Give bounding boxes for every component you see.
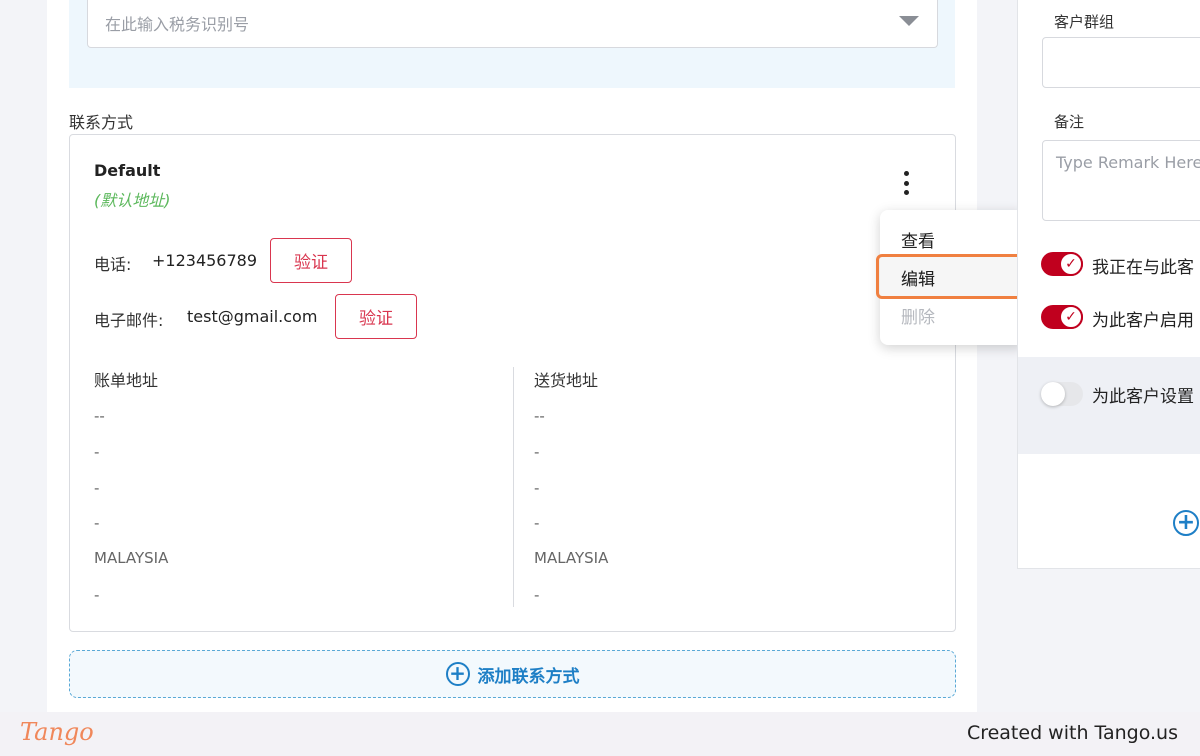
menu-item-view[interactable]: 查看 — [901, 227, 935, 252]
add-contact-label: 添加联系方式 — [477, 666, 580, 687]
toggle-3-label: 为此客户设置 — [1092, 387, 1194, 407]
check-icon: ✓ — [1059, 252, 1083, 276]
tango-logo: Tango — [20, 718, 94, 746]
shipping-line: -- — [534, 407, 545, 425]
add-contact-button[interactable]: + 添加联系方式 — [69, 650, 956, 698]
toggle-1[interactable]: ✓ — [1041, 252, 1083, 276]
tango-footer: Tango Created with Tango.us — [0, 712, 1200, 756]
more-options-icon[interactable] — [898, 171, 914, 195]
verify-phone-button[interactable]: 验证 — [270, 238, 352, 283]
billing-country: MALAYSIA — [94, 549, 169, 567]
email-label: 电子邮件: — [94, 311, 164, 330]
contact-name: Default — [94, 161, 161, 180]
footer-credit: Created with Tango.us — [966, 722, 1178, 744]
remark-placeholder: Type Remark Here — [1056, 153, 1200, 172]
shipping-line: - — [534, 479, 540, 497]
shipping-address: 送货地址 -- - - - MALAYSIA - — [534, 367, 934, 604]
toggle-2-label: 为此客户启用 — [1092, 311, 1194, 331]
menu-item-delete: 删除 — [901, 308, 935, 328]
menu-item-edit-highlighted[interactable]: 编辑 — [901, 265, 935, 290]
toggle-3[interactable] — [1041, 382, 1083, 406]
remark-textarea[interactable]: Type Remark Here — [1042, 140, 1200, 221]
billing-address: 账单地址 -- - - - MALAYSIA - — [94, 367, 494, 604]
customer-group-select[interactable] — [1042, 37, 1200, 88]
billing-line: - — [94, 479, 100, 497]
customer-settings-panel: 客户群组 备注 Type Remark Here ✓ 我正在与此客 ✓ 为此客户… — [1017, 0, 1200, 569]
billing-line: - — [94, 586, 100, 604]
address-divider — [513, 367, 514, 607]
contact-card: Default (默认地址) 电话: +123456789 验证 电子邮件: t… — [69, 134, 956, 632]
toggle-1-label: 我正在与此客 — [1092, 258, 1194, 278]
contact-section-title: 联系方式 — [69, 113, 134, 132]
remark-label: 备注 — [1054, 113, 1085, 131]
customer-group-label: 客户群组 — [1054, 13, 1115, 31]
billing-line: - — [94, 514, 100, 532]
default-address-tag: (默认地址) — [94, 191, 171, 210]
chevron-down-icon — [899, 16, 919, 26]
tax-id-placeholder: 在此输入税务识别号 — [105, 15, 250, 34]
shipping-line: - — [534, 443, 540, 461]
plus-circle-icon[interactable]: + — [1173, 510, 1199, 536]
shipping-address-title: 送货地址 — [534, 371, 599, 390]
tax-id-section: 在此输入税务识别号 — [69, 0, 955, 88]
step-highlight — [876, 254, 1028, 299]
billing-line: - — [94, 443, 100, 461]
phone-label: 电话: — [94, 255, 132, 274]
settings-subsection: 为此客户设置 — [1018, 357, 1200, 454]
tax-id-select[interactable]: 在此输入税务识别号 — [87, 0, 938, 48]
verify-email-button[interactable]: 验证 — [335, 294, 417, 339]
toggle-2[interactable]: ✓ — [1041, 305, 1083, 329]
customer-form-card: 在此输入税务识别号 联系方式 Default (默认地址) 电话: +12345… — [47, 0, 977, 712]
billing-address-title: 账单地址 — [94, 371, 159, 390]
plus-circle-icon: + — [445, 662, 470, 686]
shipping-country: MALAYSIA — [534, 549, 609, 567]
phone-value: +123456789 — [152, 251, 258, 270]
email-value: test@gmail.com — [187, 307, 318, 326]
billing-line: -- — [94, 407, 105, 425]
shipping-line: - — [534, 586, 540, 604]
shipping-line: - — [534, 514, 540, 532]
check-icon: ✓ — [1059, 305, 1083, 329]
